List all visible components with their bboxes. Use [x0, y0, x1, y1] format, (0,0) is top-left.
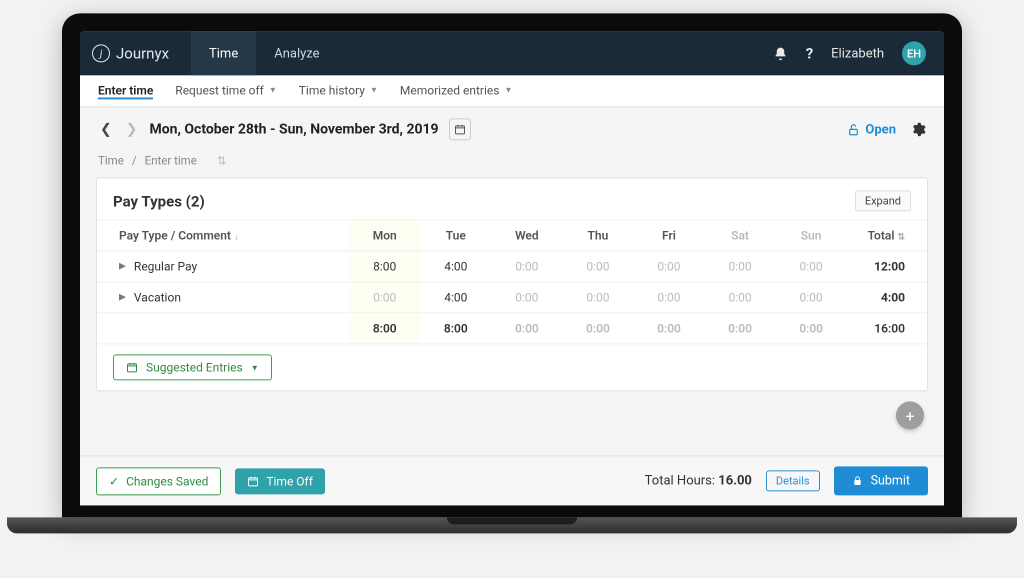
- row-label: Regular Pay: [134, 259, 197, 273]
- col-header-sat[interactable]: Sat: [705, 220, 776, 251]
- sort-icon: ↓: [234, 232, 239, 242]
- time-cell[interactable]: 0:00: [633, 282, 704, 313]
- col-header-wed[interactable]: Wed: [491, 220, 562, 251]
- time-cell[interactable]: 0:00: [491, 282, 562, 313]
- table-row[interactable]: ▶Vacation 0:00 4:00 0:00 0:00 0:00 0:00 …: [97, 282, 927, 313]
- time-cell[interactable]: 0:00: [562, 282, 633, 313]
- date-bar: ❮ ❯ Mon, October 28th - Sun, November 3r…: [80, 107, 944, 149]
- sort-icon[interactable]: ⇅: [217, 153, 227, 167]
- help-icon[interactable]: ?: [806, 44, 813, 62]
- subnav-memorized-entries[interactable]: Memorized entries▼: [400, 83, 513, 99]
- col-header-fri[interactable]: Fri: [633, 220, 704, 251]
- col-header-thu[interactable]: Thu: [562, 220, 633, 251]
- col-header-paytype[interactable]: Pay Type / Comment↓: [97, 220, 349, 251]
- time-cell[interactable]: 0:00: [705, 251, 776, 282]
- day-total: 0:00: [491, 313, 562, 344]
- time-table: Pay Type / Comment↓ Mon Tue Wed Thu Fri …: [97, 219, 927, 344]
- pay-types-card: Pay Types (2) Expand Pay Type / Comment↓…: [96, 177, 928, 391]
- day-total: 0:00: [562, 313, 633, 344]
- brand: j Journyx: [92, 44, 169, 62]
- chevron-down-icon: ▼: [269, 85, 277, 94]
- time-cell[interactable]: 0:00: [776, 282, 847, 313]
- calendar-picker-button[interactable]: [449, 118, 471, 140]
- subnav-request-time-off[interactable]: Request time off▼: [175, 83, 276, 99]
- time-cell[interactable]: 0:00: [562, 251, 633, 282]
- crumb-current: Enter time: [145, 153, 197, 167]
- day-total: 8:00: [420, 313, 491, 344]
- subnav-enter-time[interactable]: Enter time: [98, 83, 153, 99]
- top-tab-analyze[interactable]: Analyze: [256, 31, 337, 75]
- expand-row-icon[interactable]: ▶: [119, 261, 126, 271]
- topbar: j Journyx Time Analyze ? Elizabeth EH: [80, 31, 944, 75]
- total-hours: Total Hours: 16.00: [645, 473, 752, 488]
- add-entry-fab[interactable]: +: [896, 401, 924, 429]
- subnav-time-history[interactable]: Time history▼: [299, 83, 378, 99]
- day-total: 0:00: [633, 313, 704, 344]
- settings-icon[interactable]: [910, 121, 926, 137]
- col-header-total[interactable]: Total⇅: [847, 220, 927, 251]
- lock-icon: [852, 475, 863, 486]
- time-cell[interactable]: 8:00: [349, 251, 420, 282]
- calendar-icon: [126, 361, 138, 373]
- card-title: Pay Types (2): [113, 192, 205, 210]
- row-total: 4:00: [847, 282, 927, 313]
- col-header-tue[interactable]: Tue: [420, 220, 491, 251]
- chevron-down-icon: ▼: [251, 363, 259, 372]
- table-row-totals: 8:00 8:00 0:00 0:00 0:00 0:00 0:00 16:00: [97, 313, 927, 344]
- date-range: Mon, October 28th - Sun, November 3rd, 2…: [149, 121, 438, 137]
- expand-row-icon[interactable]: ▶: [119, 292, 126, 302]
- grand-total: 16:00: [847, 313, 927, 344]
- avatar[interactable]: EH: [902, 41, 926, 65]
- time-cell[interactable]: 0:00: [633, 251, 704, 282]
- brand-logo-icon: j: [92, 44, 110, 62]
- lock-status[interactable]: Open: [847, 122, 896, 137]
- col-header-sun[interactable]: Sun: [776, 220, 847, 251]
- day-total: 8:00: [349, 313, 420, 344]
- user-name[interactable]: Elizabeth: [831, 46, 884, 61]
- sort-icon: ⇅: [897, 232, 905, 242]
- footer: ✓ Changes Saved Time Off Total Hours: 16…: [80, 455, 944, 505]
- notifications-icon[interactable]: [773, 46, 788, 61]
- chevron-down-icon: ▼: [370, 85, 378, 94]
- time-cell[interactable]: 0:00: [349, 282, 420, 313]
- breadcrumb: Time / Enter time ⇅: [80, 149, 944, 173]
- check-icon: ✓: [109, 474, 119, 488]
- submit-button[interactable]: Submit: [834, 466, 928, 495]
- prev-week-button[interactable]: ❮: [98, 117, 114, 141]
- changes-saved-indicator: ✓ Changes Saved: [96, 467, 221, 495]
- day-total: 0:00: [776, 313, 847, 344]
- time-off-button[interactable]: Time Off: [235, 468, 325, 494]
- brand-name: Journyx: [116, 44, 169, 62]
- top-tab-time[interactable]: Time: [191, 31, 256, 75]
- subnav: Enter time Request time off▼ Time histor…: [80, 75, 944, 107]
- time-cell[interactable]: 4:00: [420, 282, 491, 313]
- details-button[interactable]: Details: [766, 470, 820, 491]
- time-cell[interactable]: 0:00: [776, 251, 847, 282]
- calendar-icon: [247, 475, 259, 487]
- row-total: 12:00: [847, 251, 927, 282]
- app-window: j Journyx Time Analyze ? Elizabeth EH: [80, 31, 944, 505]
- chevron-down-icon: ▼: [504, 85, 512, 94]
- time-cell[interactable]: 0:00: [491, 251, 562, 282]
- expand-button[interactable]: Expand: [855, 190, 911, 211]
- day-total: 0:00: [705, 313, 776, 344]
- crumb-root[interactable]: Time: [98, 153, 124, 167]
- suggested-entries-button[interactable]: Suggested Entries ▼: [113, 354, 272, 380]
- unlock-icon: [847, 123, 860, 136]
- next-week-button[interactable]: ❯: [124, 117, 140, 141]
- row-label: Vacation: [134, 290, 181, 304]
- time-cell[interactable]: 4:00: [420, 251, 491, 282]
- col-header-mon[interactable]: Mon: [349, 220, 420, 251]
- time-cell[interactable]: 0:00: [705, 282, 776, 313]
- table-row[interactable]: ▶ Regular Pay 8:00 4:00 0:00 0:00 0:00 0:…: [97, 251, 927, 282]
